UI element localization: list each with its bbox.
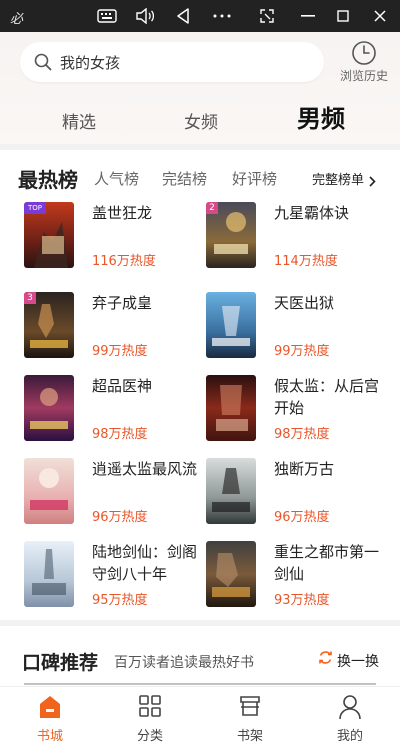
book-item[interactable]: 独断万古 96万热度 xyxy=(206,458,396,528)
book-heat: 99万热度 xyxy=(92,344,148,359)
book-title[interactable]: 天医出狱 xyxy=(274,292,390,314)
tab-female[interactable]: 女频 xyxy=(184,108,218,133)
refresh-icon[interactable] xyxy=(318,650,333,669)
book-title[interactable]: 陆地剑仙：剑阁守剑八十年 xyxy=(92,541,208,585)
book-item[interactable]: 逍遥太监最风流 96万热度 xyxy=(24,458,214,528)
rank-badge: 3 xyxy=(24,292,36,304)
book-heat: 116万热度 xyxy=(92,254,156,269)
refresh-button[interactable]: 换一换 xyxy=(337,651,379,671)
nav-label: 分类 xyxy=(136,729,163,744)
bookshelf-icon xyxy=(238,694,262,722)
top-header: 我的女孩 浏览历史 精选 女频 男频 xyxy=(0,32,400,144)
book-heat: 99万热度 xyxy=(274,344,330,359)
rank-badge: 2 xyxy=(206,202,218,214)
book-cover[interactable] xyxy=(206,292,256,358)
book-item[interactable]: 重生之都市第一剑仙 93万热度 xyxy=(206,541,396,611)
keyboard-icon[interactable] xyxy=(89,0,125,32)
volume-icon[interactable] xyxy=(127,0,163,32)
chevron-right-icon[interactable] xyxy=(369,172,376,191)
book-item[interactable]: 陆地剑仙：剑阁守剑八十年 95万热度 xyxy=(24,541,214,611)
book-cover[interactable] xyxy=(24,458,74,524)
book-item[interactable]: 天医出狱 99万热度 xyxy=(206,292,396,362)
restore-icon[interactable] xyxy=(325,0,361,32)
tab-featured[interactable]: 精选 xyxy=(62,108,96,133)
book-item[interactable]: 超品医神 98万热度 xyxy=(24,375,214,445)
book-item[interactable]: 3 弃子成皇 99万热度 xyxy=(24,292,214,362)
ranking-tab-finished[interactable]: 完结榜 xyxy=(162,168,207,189)
book-item[interactable]: TOP 盖世狂龙 116万热度 xyxy=(24,202,214,272)
book-heat: 114万热度 xyxy=(274,254,338,269)
book-heat: 95万热度 xyxy=(92,593,148,608)
close-icon[interactable] xyxy=(362,0,398,32)
search-bar[interactable]: 我的女孩 xyxy=(20,42,324,82)
book-cover[interactable]: 3 xyxy=(24,292,74,358)
home-icon xyxy=(38,694,62,724)
back-icon[interactable] xyxy=(165,0,201,32)
minimize-icon[interactable] xyxy=(290,0,326,32)
nav-label: 书架 xyxy=(236,729,263,744)
rank-badge: TOP xyxy=(24,202,46,214)
book-heat: 96万热度 xyxy=(274,510,330,525)
reputation-title: 口碑推荐 xyxy=(22,652,99,674)
book-cover[interactable] xyxy=(24,375,74,441)
full-list-link[interactable]: 完整榜单 xyxy=(312,169,364,188)
clock-icon xyxy=(351,40,377,70)
book-cover[interactable]: 2 xyxy=(206,202,256,268)
history-label: 浏览历史 xyxy=(339,69,388,83)
ranking-tab-popular[interactable]: 人气榜 xyxy=(94,168,139,189)
bottom-nav: 书城 分类 书架 我的 xyxy=(0,686,400,744)
channel-tabs: 精选 女频 男频 xyxy=(0,96,400,140)
book-cover[interactable] xyxy=(206,375,256,441)
history-button[interactable]: 浏览历史 xyxy=(334,40,394,88)
nav-bookstore[interactable]: 书城 xyxy=(0,687,100,744)
book-cover[interactable]: TOP xyxy=(24,202,74,268)
more-icon[interactable] xyxy=(204,0,240,32)
book-title[interactable]: 盖世狂龙 xyxy=(92,202,208,224)
nav-label: 书城 xyxy=(36,729,63,744)
book-title[interactable]: 独断万古 xyxy=(274,458,390,480)
book-title[interactable]: 弃子成皇 xyxy=(92,292,208,314)
nav-profile[interactable]: 我的 xyxy=(300,687,400,744)
nav-category[interactable]: 分类 xyxy=(100,687,200,744)
window-titlebar: 必 xyxy=(0,0,400,32)
book-heat: 98万热度 xyxy=(274,427,330,442)
reputation-subtitle: 百万读者追读最热好书 xyxy=(114,655,254,671)
nav-bookshelf[interactable]: 书架 xyxy=(200,687,300,744)
app-title: 必 xyxy=(10,12,24,27)
book-title[interactable]: 逍遥太监最风流 xyxy=(92,458,208,480)
screenshot-icon[interactable] xyxy=(249,0,285,32)
tab-male[interactable]: 男频 xyxy=(297,99,345,134)
book-item[interactable]: 假太监：从后宫开始 98万热度 xyxy=(206,375,396,445)
search-icon xyxy=(34,53,52,75)
book-heat: 96万热度 xyxy=(92,510,148,525)
section-divider xyxy=(24,683,376,685)
book-title[interactable]: 重生之都市第一剑仙 xyxy=(274,541,390,585)
book-heat: 98万热度 xyxy=(92,427,148,442)
nav-label: 我的 xyxy=(336,729,363,744)
book-cover[interactable] xyxy=(24,541,74,607)
book-heat: 93万热度 xyxy=(274,593,330,608)
user-icon xyxy=(338,694,362,724)
search-input[interactable]: 我的女孩 xyxy=(60,52,120,73)
book-cover[interactable] xyxy=(206,458,256,524)
reputation-section: 口碑推荐 百万读者追读最热好书 换一换 xyxy=(0,626,400,686)
book-title[interactable]: 超品医神 xyxy=(92,375,208,397)
ranking-card: 最热榜 人气榜 完结榜 好评榜 完整榜单 TOP 盖世狂龙 116万热度 2 九… xyxy=(0,150,400,620)
book-title[interactable]: 九星霸体诀 xyxy=(274,202,390,224)
ranking-tab-rated[interactable]: 好评榜 xyxy=(232,168,277,189)
book-title[interactable]: 假太监：从后宫开始 xyxy=(274,375,390,419)
book-cover[interactable] xyxy=(206,541,256,607)
ranking-title[interactable]: 最热榜 xyxy=(18,164,78,193)
book-item[interactable]: 2 九星霸体诀 114万热度 xyxy=(206,202,396,272)
grid-icon xyxy=(138,694,162,722)
